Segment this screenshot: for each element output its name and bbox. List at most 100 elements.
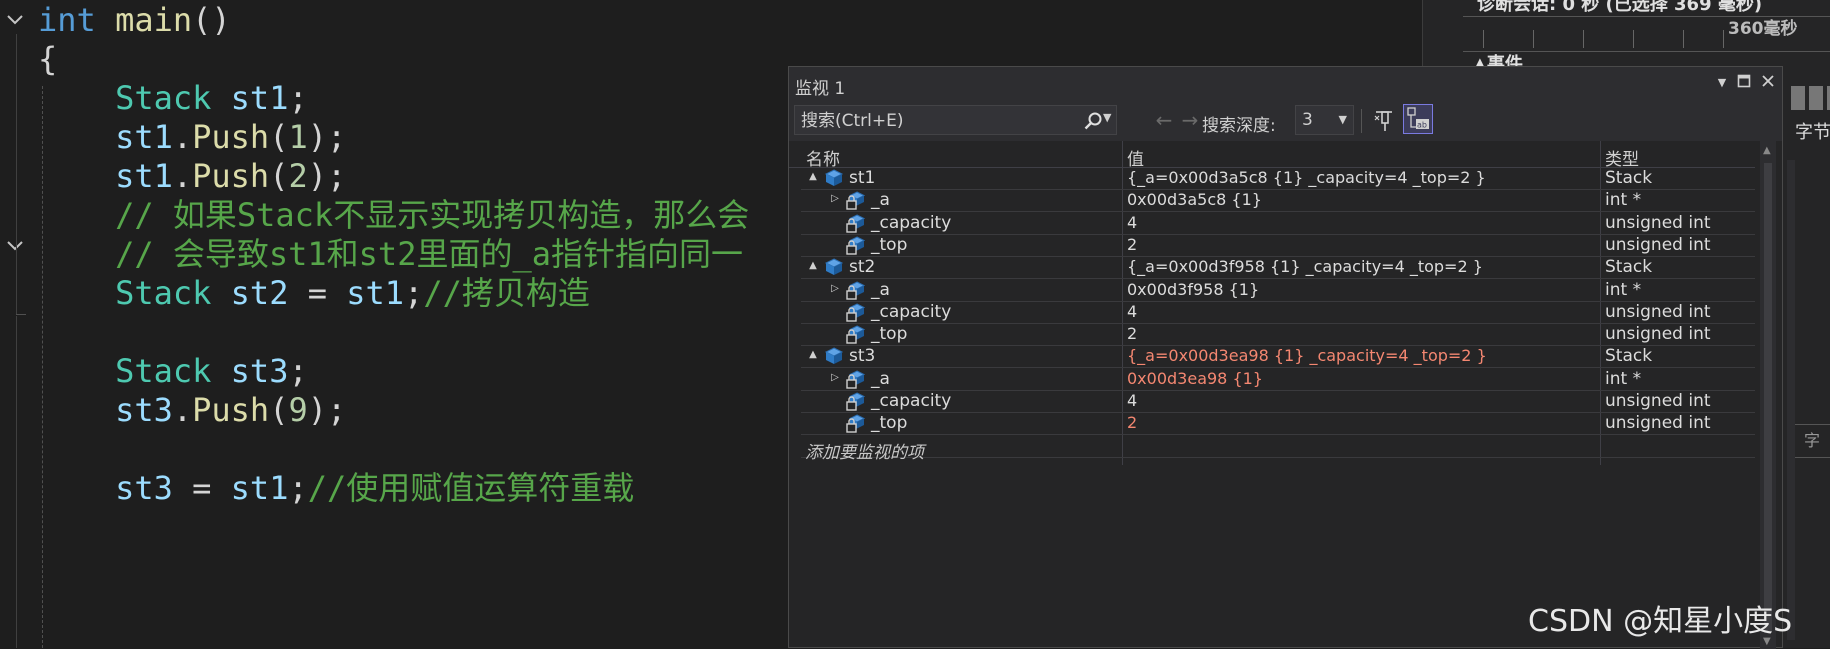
add-watch-placeholder: 添加要监视的项 — [805, 442, 924, 463]
vertical-scrollbar[interactable]: ▲ ▼ — [1760, 141, 1776, 649]
variable-type: unsigned int — [1605, 234, 1711, 255]
search-box[interactable]: ▼ — [794, 105, 1117, 136]
code-token: 2 — [288, 157, 308, 195]
search-previous-icon[interactable]: ← — [1153, 109, 1175, 131]
watch-row[interactable]: ▷ _a 0x00d3f958 {1} int * — [801, 279, 1755, 302]
expand-arrow-icon[interactable]: ▷ — [829, 372, 841, 384]
variable-value[interactable]: 0x00d3ea98 {1} — [1127, 369, 1263, 388]
watch-row[interactable]: _top 2 unsigned int — [801, 323, 1755, 347]
ruler-tick — [1723, 30, 1724, 48]
code-token: Stack — [115, 274, 212, 312]
collapse-arrow-icon[interactable]: ▲ — [807, 349, 819, 361]
window-dropdown-icon[interactable]: ▼ — [1713, 74, 1731, 92]
watch-row[interactable]: _capacity 4 unsigned int — [801, 390, 1755, 413]
variable-value[interactable]: 0x00d3a5c8 {1} — [1127, 190, 1262, 209]
variable-value[interactable]: 2 — [1127, 413, 1137, 432]
watch-row[interactable]: ▷ _a 0x00d3a5c8 {1} int * — [801, 189, 1755, 213]
code-token: ( — [269, 118, 289, 156]
code-token: ; — [288, 469, 308, 507]
watch-row[interactable]: _top 2 unsigned int — [801, 412, 1755, 436]
variable-value[interactable]: {_a=0x00d3f958 {1} _capacity=4 _top=2 } — [1127, 257, 1483, 276]
variable-type: Stack — [1605, 346, 1653, 367]
variable-type: unsigned int — [1605, 413, 1711, 434]
fold-collapse-icon[interactable] — [4, 236, 26, 256]
private-field-icon — [845, 301, 867, 323]
code-token: . — [172, 391, 193, 429]
expand-arrow-icon[interactable]: ▷ — [829, 193, 841, 205]
watch-row[interactable]: ▲ st2 {_a=0x00d3f958 {1} _capacity=4 _top=… — [801, 256, 1755, 280]
code-token: int — [38, 1, 96, 39]
code-token: Push — [192, 157, 270, 195]
collapse-arrow-icon[interactable]: ▲ — [807, 260, 819, 272]
code-line[interactable]: st3.Push(9); — [38, 390, 346, 430]
variable-name: _a — [871, 190, 890, 211]
scrollbar-thumb[interactable] — [1764, 163, 1772, 633]
watch-row[interactable]: _top 2 unsigned int — [801, 234, 1755, 257]
panel-scrollbar[interactable] — [1787, 160, 1795, 640]
fold-collapse-icon[interactable] — [4, 10, 26, 30]
variable-type: int * — [1605, 279, 1642, 300]
add-watch-row[interactable]: 添加要监视的项 — [801, 435, 1755, 463]
hexadecimal-display-toggle[interactable]: ab — [1403, 104, 1433, 134]
code-line[interactable]: st3 = st1;//使用赋值运算符重载 — [38, 468, 634, 508]
search-options-dropdown-icon[interactable]: ▼ — [1103, 111, 1111, 124]
variable-value[interactable]: 0x00d3f958 {1} — [1127, 280, 1259, 299]
variable-value[interactable]: {_a=0x00d3ea98 {1} _capacity=4 _top=2 } — [1127, 346, 1487, 365]
watch-window[interactable]: 监视 1 ▼ ▼ ← → 搜索深度: 3 ▼ ab — [788, 66, 1783, 649]
code-line[interactable]: Stack st1; — [38, 78, 308, 118]
code-line[interactable]: int main() — [38, 0, 231, 40]
code-line[interactable]: Stack st3; — [38, 351, 308, 391]
search-depth-value: 3 — [1302, 110, 1313, 130]
variable-value[interactable]: 2 — [1127, 235, 1137, 254]
search-icon[interactable] — [1083, 111, 1103, 131]
variable-name: _top — [871, 413, 908, 434]
code-line[interactable]: { — [38, 39, 57, 79]
watermark: CSDN @知星小度S — [1528, 604, 1793, 639]
collapse-arrow-icon[interactable]: ▲ — [807, 171, 819, 183]
watch-row[interactable]: ▲ st1 {_a=0x00d3a5c8 {1} _capacity=4 _top=… — [801, 167, 1755, 190]
code-line[interactable]: // 会导致st1和st2里面的_a指针指向同一 — [38, 234, 743, 274]
pin-icon[interactable] — [1372, 109, 1396, 133]
watch-row[interactable]: ▷ _a 0x00d3ea98 {1} int * — [801, 368, 1755, 391]
maximize-icon[interactable] — [1735, 74, 1753, 92]
code-token: //使用赋值运算符重载 — [307, 469, 635, 507]
ruler-tick — [1483, 30, 1484, 48]
panel-toolbar-buttons[interactable] — [1791, 86, 1830, 110]
ruler-tick — [1683, 30, 1684, 48]
scroll-up-icon[interactable]: ▲ — [1763, 145, 1771, 156]
scope-guide-end — [16, 314, 26, 315]
code-token: ; — [288, 352, 308, 390]
variable-value[interactable]: {_a=0x00d3a5c8 {1} _capacity=4 _top=2 } — [1127, 168, 1486, 187]
watch-row[interactable]: ▲ st3 {_a=0x00d3ea98 {1} _capacity=4 _top=… — [801, 345, 1755, 369]
expand-arrow-icon[interactable]: ▷ — [829, 283, 841, 295]
code-line[interactable]: Stack st2 = st1;//拷贝构造 — [38, 273, 590, 313]
code-line[interactable]: st1.Push(2); — [38, 156, 346, 196]
variable-value[interactable]: 4 — [1127, 391, 1137, 410]
watch-row[interactable]: _capacity 4 unsigned int — [801, 301, 1755, 324]
code-token: st1 — [230, 469, 289, 507]
code-token: Push — [192, 118, 270, 156]
search-input[interactable] — [795, 106, 1073, 136]
variable-value[interactable]: 4 — [1127, 302, 1137, 321]
search-next-icon[interactable]: → — [1179, 109, 1201, 131]
search-depth-select[interactable]: 3 ▼ — [1295, 105, 1354, 135]
code-token: // 会导致st1和st2里面的_a指针指向同一 — [115, 235, 743, 273]
code-line[interactable]: // 如果Stack不显示实现拷贝构造，那么会 — [38, 195, 749, 235]
watch-row[interactable]: _capacity 4 unsigned int — [801, 212, 1755, 235]
close-icon[interactable] — [1759, 74, 1777, 92]
code-token: . — [172, 118, 193, 156]
code-token: . — [172, 157, 193, 195]
class-object-icon — [823, 256, 845, 278]
side-tab[interactable]: 字 — [1793, 424, 1830, 458]
variable-value[interactable]: 4 — [1127, 213, 1137, 232]
watch-titlebar[interactable]: 监视 1 ▼ — [789, 67, 1782, 101]
code-token: 1 — [288, 118, 308, 156]
code-line[interactable]: st1.Push(1); — [38, 117, 346, 157]
watch-title: 监视 1 — [795, 79, 846, 99]
class-object-icon — [823, 167, 845, 189]
variable-value[interactable]: 2 — [1127, 324, 1137, 343]
code-token: st3 — [115, 469, 173, 507]
